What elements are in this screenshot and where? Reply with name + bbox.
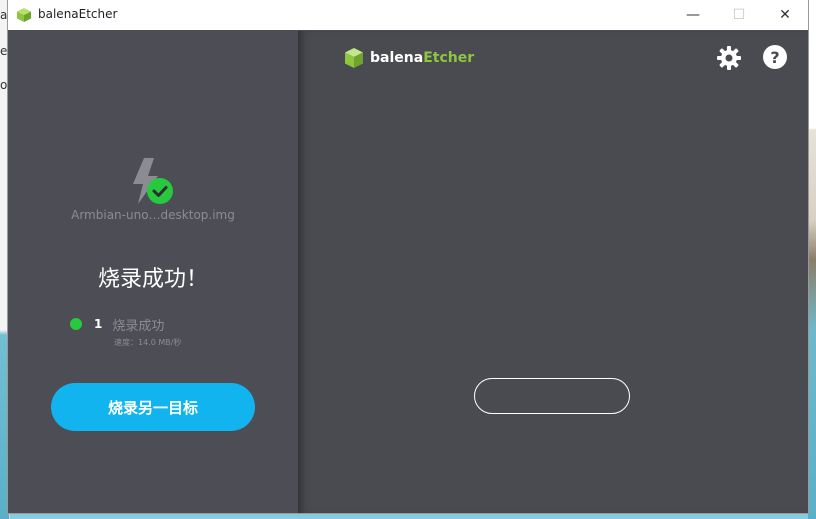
image-filename: Armbian-uno…desktop.img xyxy=(71,208,235,222)
success-status-icon xyxy=(70,318,82,330)
flash-status-row: 1 烧录成功 xyxy=(70,316,165,334)
check-circle-icon xyxy=(147,178,173,204)
window-title: balenaEtcher xyxy=(38,7,118,21)
flash-another-target-button[interactable]: 烧录另一目标 xyxy=(51,383,255,431)
minimize-button[interactable]: — xyxy=(670,0,716,30)
etcher-window: balenaEtcher — ☐ ✕ Armbian-uno…desktop.i… xyxy=(8,0,808,513)
title-bar[interactable]: balenaEtcher — ☐ ✕ xyxy=(8,0,808,30)
etcher-cube-icon xyxy=(345,48,363,68)
brand-logo: balenaEtcher xyxy=(344,47,474,69)
maximize-button[interactable]: ☐ xyxy=(716,0,762,30)
etcher-cube-icon xyxy=(17,8,31,22)
success-count: 1 xyxy=(94,317,103,331)
main-content-panel: balenaEtcher ? xyxy=(298,31,808,513)
gear-icon[interactable] xyxy=(716,45,742,71)
brand-name: balenaEtcher xyxy=(370,50,474,66)
lightning-icon xyxy=(133,158,173,204)
background-wallpaper-edge xyxy=(808,0,816,519)
background-text-fragment: e xyxy=(0,44,8,58)
flash-speed: 速度：14.0 MB/秒 xyxy=(114,338,182,347)
flash-result-panel: Armbian-uno…desktop.img 烧录成功！ 1 烧录成功 速度：… xyxy=(8,31,298,513)
help-button[interactable]: ? xyxy=(763,45,787,69)
flash-complete-title: 烧录成功！ xyxy=(97,267,208,292)
outline-action-button[interactable] xyxy=(474,378,630,414)
brand-prefix: balena xyxy=(370,50,424,66)
brand-suffix: Etcher xyxy=(423,50,475,66)
success-label: 烧录成功 xyxy=(112,318,165,334)
close-button[interactable]: ✕ xyxy=(762,0,808,30)
